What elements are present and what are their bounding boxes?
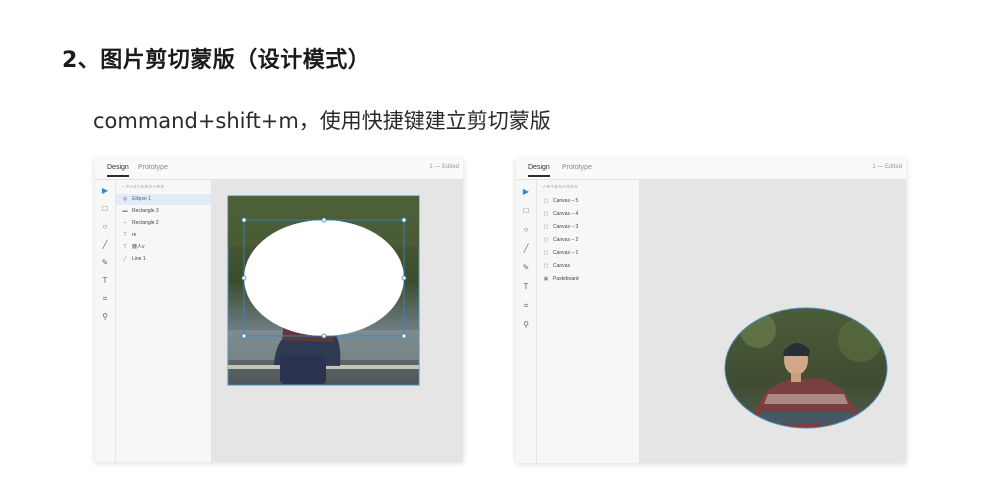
line-icon: ╱ xyxy=(123,256,127,262)
tool-bar: ▶ □ ○ ╱ ✎ T ⌗ ⚲ xyxy=(516,180,537,463)
layer-label: Rectangle 3 xyxy=(132,208,159,214)
document-title: 1 — Edited xyxy=(872,164,902,170)
artboard-icon: ▢ xyxy=(543,237,549,243)
zoom-tool-icon[interactable]: ⚲ xyxy=(519,318,533,332)
layer-label: Line 1 xyxy=(132,256,146,262)
rectangle-tool-icon[interactable]: □ xyxy=(98,202,112,216)
layer-item-text[interactable]: T 鹿人v xyxy=(116,242,211,253)
artboard-tool-icon[interactable]: ⌗ xyxy=(98,292,112,306)
artboard-icon: ▢ xyxy=(543,224,549,230)
layer-label: Canvas – 3 xyxy=(553,224,579,230)
layer-label: Rectangle 2 xyxy=(132,220,159,226)
layer-item-canvas-5[interactable]: ▢ Canvas – 5 xyxy=(537,196,639,207)
layer-item-pasteboard[interactable]: ▣ Pasteboard xyxy=(537,274,639,285)
pasteboard-icon: ▣ xyxy=(543,276,549,282)
layer-label: Canvas – 1 xyxy=(553,250,579,256)
canvas-area[interactable] xyxy=(640,180,906,463)
top-bar: Design Prototype 1 — Edited xyxy=(95,159,463,180)
layer-item-canvas-2[interactable]: ▢ Canvas – 2 xyxy=(537,235,639,246)
layers-header-label: PASTEBOARD xyxy=(126,184,165,189)
layer-item-line[interactable]: ╱ Line 1 xyxy=(116,254,211,265)
layer-label: Pasteboard xyxy=(553,276,579,282)
layer-item-re[interactable]: T re xyxy=(116,230,211,241)
tab-design[interactable]: Design xyxy=(107,164,129,177)
text-tool-icon[interactable]: T xyxy=(98,274,112,288)
layer-item-canvas[interactable]: ▢ Canvas xyxy=(537,261,639,272)
layer-label: Canvas – 4 xyxy=(553,211,579,217)
folder-icon: ▬ xyxy=(122,208,128,214)
canvas-artwork xyxy=(720,300,900,440)
layer-label: re xyxy=(132,232,137,238)
layer-label: Canvas – 5 xyxy=(553,198,579,204)
canvas-artwork xyxy=(227,195,420,386)
tab-prototype[interactable]: Prototype xyxy=(138,164,168,171)
document-title: 1 — Edited xyxy=(429,164,459,170)
layer-item-canvas-1[interactable]: ▢ Canvas – 1 xyxy=(537,248,639,259)
tab-prototype[interactable]: Prototype xyxy=(562,164,592,171)
xd-window-before: Design Prototype 1 — Edited ▶ □ ○ ╱ ✎ T … xyxy=(95,159,463,462)
tab-design[interactable]: Design xyxy=(528,164,550,177)
layer-item-ellipse[interactable]: ◍ Ellipse 1 xyxy=(116,194,211,205)
line-tool-icon[interactable]: ╱ xyxy=(98,238,112,252)
artboard-icon: ▢ xyxy=(543,211,549,217)
canvas-area[interactable] xyxy=(212,180,463,462)
back-chevron-icon[interactable]: ‹ xyxy=(122,184,124,189)
layer-item-rectangle-3[interactable]: ▬ Rectangle 3 xyxy=(116,206,211,217)
layer-label: Ellipse 1 xyxy=(132,196,151,202)
layers-header: ARTBOARDS xyxy=(543,184,579,189)
ellipse-tool-icon[interactable]: ○ xyxy=(98,220,112,234)
line-tool-icon[interactable]: ╱ xyxy=(519,242,533,256)
text-icon: T xyxy=(123,244,127,250)
text-icon: T xyxy=(123,232,127,238)
select-tool-icon[interactable]: ▶ xyxy=(519,185,533,199)
zoom-tool-icon[interactable]: ⚲ xyxy=(98,310,112,324)
tool-bar: ▶ □ ○ ╱ ✎ T ⌗ ⚲ xyxy=(95,180,116,462)
top-bar: Design Prototype 1 — Edited xyxy=(516,159,906,180)
artboard-icon: ▢ xyxy=(543,250,549,256)
layer-item-canvas-3[interactable]: ▢ Canvas – 3 xyxy=(537,222,639,233)
ellipse-icon: ◍ xyxy=(122,196,128,202)
select-tool-icon[interactable]: ▶ xyxy=(98,184,112,198)
layers-panel: ARTBOARDS ▢ Canvas – 5 ▢ Canvas – 4 ▢ Ca… xyxy=(537,180,640,463)
pen-tool-icon[interactable]: ✎ xyxy=(519,261,533,275)
artboard-icon: ▢ xyxy=(543,263,549,269)
masked-photo[interactable] xyxy=(720,300,900,440)
layers-header: ‹ PASTEBOARD xyxy=(122,184,165,189)
ellipse-tool-icon[interactable]: ○ xyxy=(519,223,533,237)
rectangle-tool-icon[interactable]: □ xyxy=(519,204,533,218)
xd-window-after: Design Prototype 1 — Edited ▶ □ ○ ╱ ✎ T … xyxy=(516,159,906,463)
section-subtitle: command+shift+m，使用快捷键建立剪切蒙版 xyxy=(93,109,551,133)
layer-label: Canvas – 2 xyxy=(553,237,579,243)
pen-tool-icon[interactable]: ✎ xyxy=(98,256,112,270)
layer-item-rectangle-2[interactable]: ▪ Rectangle 2 xyxy=(116,218,211,229)
ellipse-shape[interactable] xyxy=(244,220,404,336)
artboard-icon: ▢ xyxy=(543,198,549,204)
rect-icon: ▪ xyxy=(124,220,126,226)
layer-item-canvas-4[interactable]: ▢ Canvas – 4 xyxy=(537,209,639,220)
layer-label: Canvas xyxy=(553,263,570,269)
layers-panel: ‹ PASTEBOARD ◍ Ellipse 1 ▬ Rectangle 3 ▪… xyxy=(116,180,212,462)
text-tool-icon[interactable]: T xyxy=(519,280,533,294)
layer-label: 鹿人v xyxy=(132,244,145,250)
section-heading: 2、图片剪切蒙版（设计模式） xyxy=(62,48,371,73)
artboard-tool-icon[interactable]: ⌗ xyxy=(519,299,533,313)
